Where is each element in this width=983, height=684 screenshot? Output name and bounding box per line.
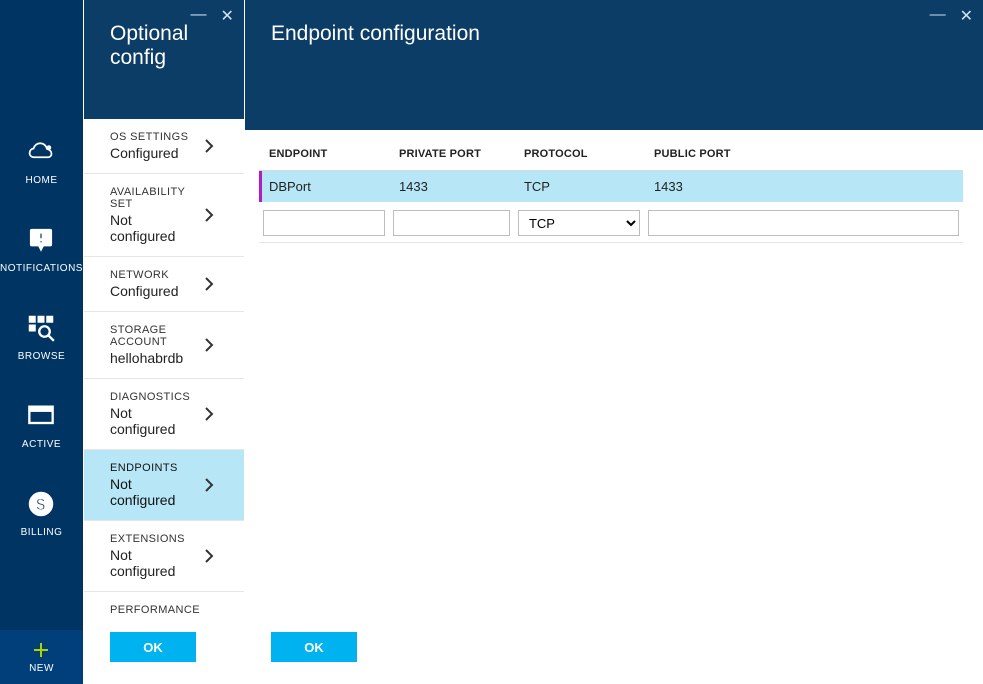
cell-private-port: 1433 [389, 171, 514, 203]
endpoint-table: ENDPOINT PRIVATE PORT PROTOCOL PUBLIC PO… [259, 144, 963, 243]
blade-body: ENDPOINT PRIVATE PORT PROTOCOL PUBLIC PO… [245, 130, 983, 616]
blade-optional-config: — ✕ Optional config OS SETTINGS Configure… [83, 0, 244, 684]
cell-protocol: TCP [514, 171, 644, 203]
config-item-value: Configured [110, 145, 188, 161]
left-nav-rail: HOME NOTIFICATIONS BROWSE ACTIVE $ BILLI… [0, 0, 83, 684]
rail-label: BILLING [21, 527, 63, 538]
col-protocol[interactable]: PROTOCOL [514, 144, 644, 171]
table-input-row: TCPUDP [259, 202, 963, 243]
endpoint-name-input[interactable] [263, 210, 385, 236]
app-root: HOME NOTIFICATIONS BROWSE ACTIVE $ BILLI… [0, 0, 983, 684]
rail-item-home[interactable]: HOME [0, 118, 83, 206]
config-item-performance-monitoring[interactable]: PERFORMANCE MONITORINGNot configured [84, 592, 244, 616]
config-item-text: PERFORMANCE MONITORINGNot configured [110, 604, 200, 616]
endpoint-table-wrap: ENDPOINT PRIVATE PORT PROTOCOL PUBLIC PO… [245, 130, 983, 243]
rail-item-browse[interactable]: BROWSE [0, 294, 83, 382]
config-item-value: Not configured [110, 547, 200, 579]
cell-endpoint: DBPort [259, 171, 389, 203]
config-item-label: ENDPOINTS [110, 462, 200, 474]
window-controls: — ✕ [191, 6, 234, 26]
col-public-port[interactable]: PUBLIC PORT [644, 144, 963, 171]
chevron-right-icon [200, 547, 218, 565]
private-port-input[interactable] [393, 210, 510, 236]
config-item-extensions[interactable]: EXTENSIONS Not configured [84, 521, 244, 592]
minimize-button[interactable]: — [930, 6, 946, 26]
config-item-label: PERFORMANCE MONITORING [110, 604, 200, 616]
config-item-value: Not configured [110, 212, 200, 244]
close-button[interactable]: ✕ [960, 6, 973, 26]
config-item-value: Not configured [110, 476, 200, 508]
cloud-icon [27, 138, 55, 169]
blade-footer: OK [245, 616, 983, 684]
blade-footer: OK [84, 616, 244, 684]
notification-icon [27, 226, 55, 257]
config-item-network[interactable]: NETWORK Configured [84, 257, 244, 312]
monitor-icon [27, 402, 55, 433]
config-list: OS SETTINGSConfiguredAVAILABILITY SETNot… [84, 119, 244, 616]
rail-label: NEW [29, 663, 54, 674]
config-item-label: DIAGNOSTICS [110, 391, 200, 403]
config-item-label: STORAGE ACCOUNT [110, 324, 200, 348]
table-row[interactable]: DBPort1433TCP1433 [259, 171, 963, 203]
config-item-text: EXTENSIONS Not configured [110, 533, 200, 579]
rail-item-billing[interactable]: $ BILLING [0, 470, 83, 558]
svg-text:$: $ [37, 496, 47, 514]
rail-item-active[interactable]: ACTIVE [0, 382, 83, 470]
browse-icon [27, 314, 55, 345]
col-endpoint[interactable]: ENDPOINT [259, 144, 389, 171]
chevron-right-icon [200, 336, 218, 354]
col-private-port[interactable]: PRIVATE PORT [389, 144, 514, 171]
blade-body: OS SETTINGSConfiguredAVAILABILITY SETNot… [84, 119, 244, 616]
close-button[interactable]: ✕ [221, 6, 234, 26]
minimize-button[interactable]: — [191, 6, 207, 26]
config-item-label: NETWORK [110, 269, 179, 281]
chevron-right-icon [200, 405, 218, 423]
blade-endpoint-config: — ✕ Endpoint configuration ENDPOINT PRIV… [244, 0, 983, 684]
config-item-text: DIAGNOSTICS Not configured [110, 391, 200, 437]
config-item-text: ENDPOINTS Not configured [110, 462, 200, 508]
config-item-availability-set[interactable]: AVAILABILITY SETNot configured [84, 174, 244, 257]
config-item-text: STORAGE ACCOUNT hellohabrdb [110, 324, 200, 366]
config-item-endpoints[interactable]: ENDPOINTS Not configured [84, 450, 244, 521]
rail-item-new[interactable]: NEW [0, 630, 83, 684]
config-item-text: NETWORK Configured [110, 269, 179, 299]
rail-label: NOTIFICATIONS [0, 263, 83, 274]
chevron-right-icon [200, 206, 218, 224]
window-controls: — ✕ [930, 6, 973, 26]
table-header-row: ENDPOINT PRIVATE PORT PROTOCOL PUBLIC PO… [259, 144, 963, 171]
config-item-os-settings[interactable]: OS SETTINGS Configured [84, 119, 244, 174]
cell-public-port: 1433 [644, 171, 963, 203]
config-item-diagnostics[interactable]: DIAGNOSTICS Not configured [84, 379, 244, 450]
config-item-label: OS SETTINGS [110, 131, 188, 143]
blade-title: Optional config [110, 22, 218, 70]
billing-icon: $ [27, 490, 55, 521]
rail-item-notifications[interactable]: NOTIFICATIONS [0, 206, 83, 294]
protocol-select[interactable]: TCPUDP [518, 210, 640, 236]
config-item-text: OS SETTINGS Configured [110, 131, 188, 161]
public-port-input[interactable] [648, 210, 959, 236]
chevron-right-icon [200, 275, 218, 293]
config-item-label: EXTENSIONS [110, 533, 200, 545]
config-item-value: hellohabrdb [110, 350, 200, 366]
chevron-right-icon [200, 137, 218, 155]
config-item-value: Configured [110, 283, 179, 299]
config-item-value: Not configured [110, 405, 200, 437]
ok-button[interactable]: OK [271, 632, 357, 662]
blade-header: — ✕ Optional config [84, 0, 244, 119]
config-item-label: AVAILABILITY SET [110, 186, 200, 210]
config-item-storage-account[interactable]: STORAGE ACCOUNT hellohabrdb [84, 312, 244, 379]
plus-icon [32, 641, 50, 659]
chevron-right-icon [200, 476, 218, 494]
rail-spacer [0, 0, 83, 118]
blade-header: — ✕ Endpoint configuration [245, 0, 983, 130]
config-item-text: AVAILABILITY SETNot configured [110, 186, 200, 244]
rail-label: BROWSE [18, 351, 65, 362]
rail-label: ACTIVE [22, 439, 61, 450]
rail-label: HOME [25, 175, 57, 186]
ok-button[interactable]: OK [110, 632, 196, 662]
blade-title: Endpoint configuration [271, 22, 957, 46]
